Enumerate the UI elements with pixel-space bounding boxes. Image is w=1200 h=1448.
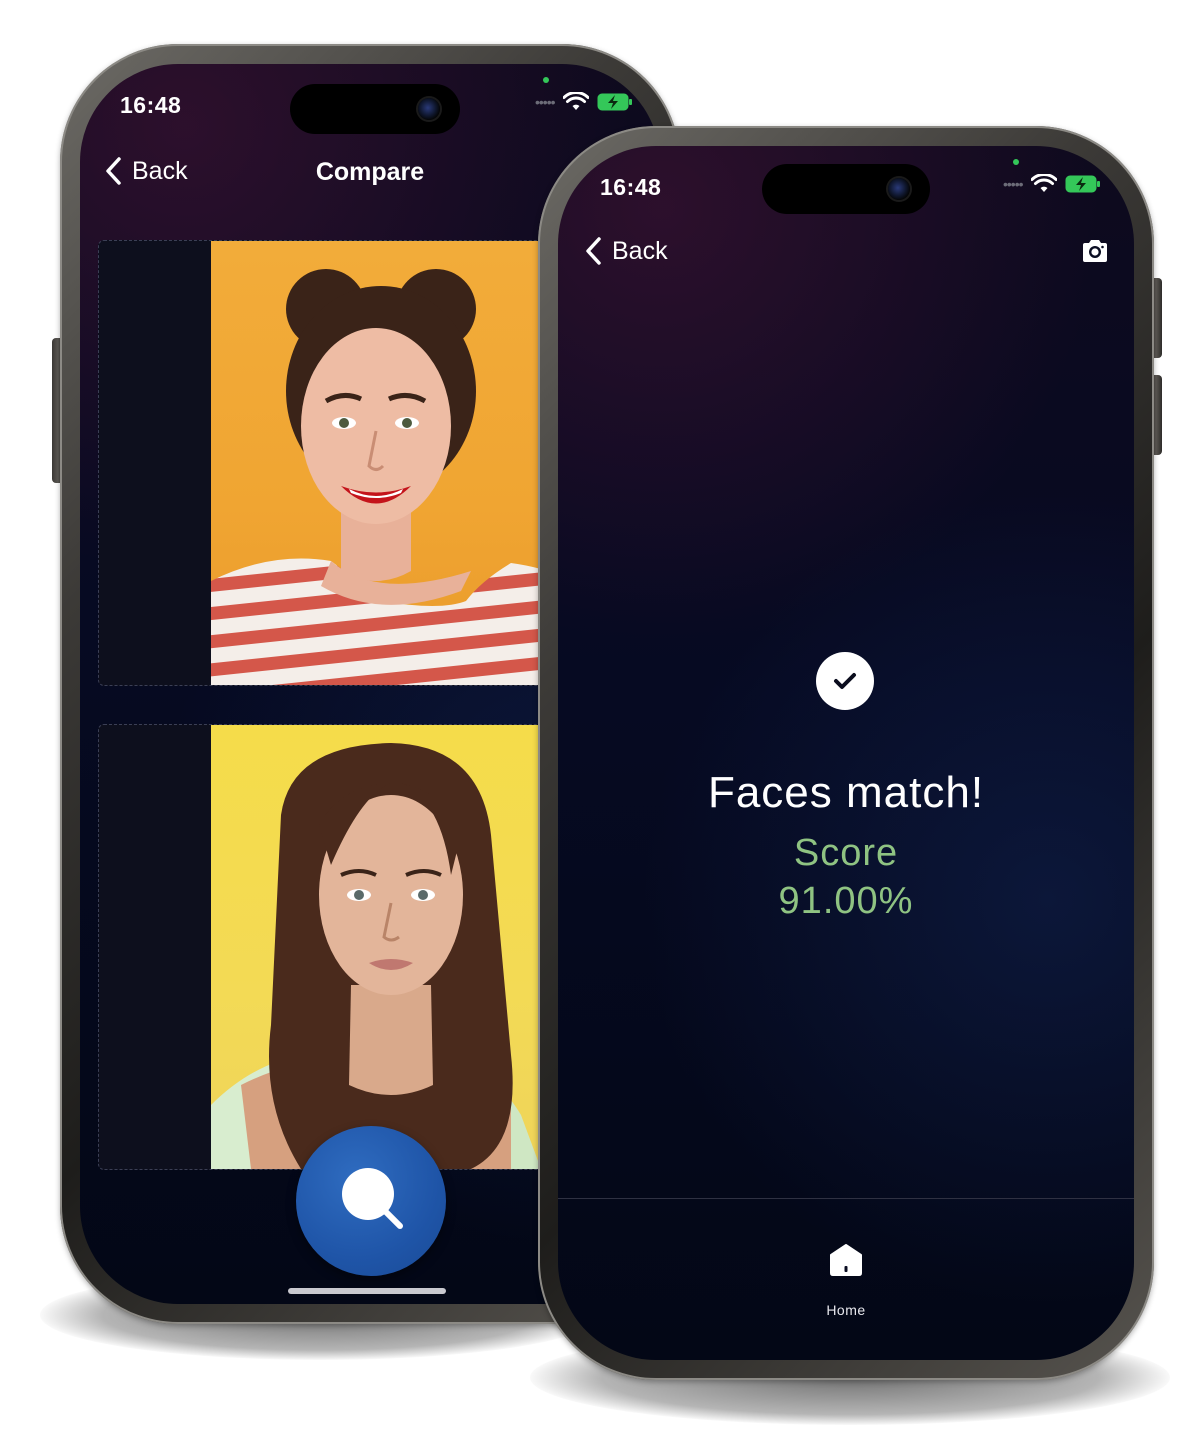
page-title: Compare — [315, 158, 425, 186]
result-title: Faces match! — [707, 768, 985, 817]
battery-charging-icon — [1065, 175, 1100, 193]
front-camera — [888, 178, 910, 200]
dynamic-island — [762, 164, 930, 214]
tab-home[interactable]: Home — [796, 1224, 896, 1324]
search-icon — [342, 1168, 403, 1229]
dynamic-island — [290, 84, 460, 134]
home-icon — [830, 1244, 862, 1276]
status-icons: ••••• — [1003, 174, 1101, 194]
signal-icon: ••••• — [1003, 176, 1023, 192]
status-time: 16:48 — [600, 174, 662, 200]
back-label: Back — [132, 156, 188, 185]
back-label: Back — [612, 236, 668, 265]
back-button[interactable]: Back — [104, 156, 188, 186]
score-label: Score — [793, 832, 899, 874]
check-icon — [834, 673, 856, 689]
wifi-icon — [1030, 174, 1057, 192]
front-camera — [418, 98, 440, 120]
wifi-icon — [562, 92, 589, 110]
score-value: 91.00% — [778, 880, 914, 922]
chevron-left-icon — [106, 157, 121, 185]
camera-icon[interactable] — [1080, 238, 1110, 264]
chevron-left-icon — [586, 237, 601, 265]
home-indicator — [288, 1288, 446, 1294]
privacy-indicator — [543, 77, 549, 83]
status-icons: ••••• — [535, 92, 633, 112]
success-badge — [816, 652, 874, 710]
back-button[interactable]: Back — [584, 236, 668, 266]
privacy-indicator — [1013, 159, 1019, 165]
result-screen: 16:48 ••••• Back Faces match! Score 91.0… — [558, 146, 1134, 1360]
search-button[interactable] — [296, 1126, 446, 1276]
battery-charging-icon — [597, 93, 632, 111]
tab-bar-divider — [558, 1198, 1134, 1199]
right-phone: 16:48 ••••• Back Faces match! Score 91.0… — [538, 126, 1154, 1380]
status-time: 16:48 — [120, 92, 182, 118]
tab-home-label: Home — [826, 1302, 866, 1318]
signal-icon: ••••• — [535, 94, 555, 110]
